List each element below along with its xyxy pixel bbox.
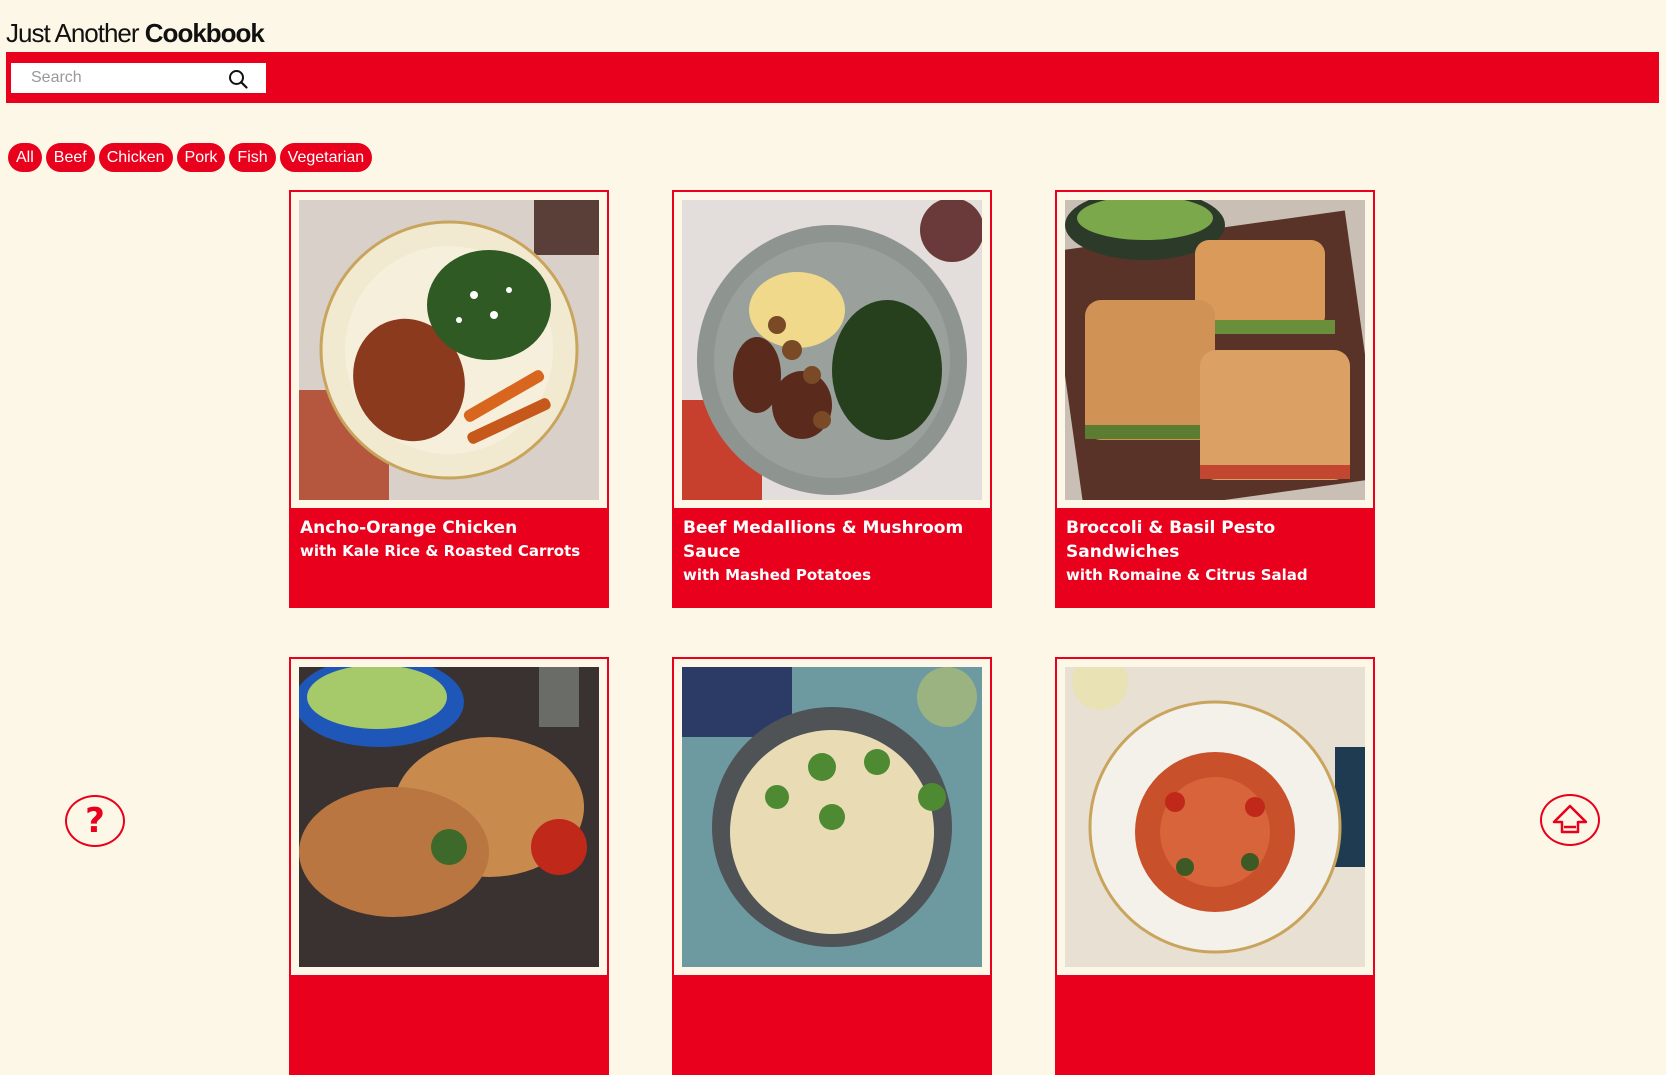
recipe-image — [299, 667, 599, 967]
recipe-card[interactable] — [289, 657, 609, 1075]
filter-all[interactable]: All — [8, 143, 42, 172]
recipe-image — [682, 200, 982, 500]
search-icon[interactable] — [228, 69, 248, 89]
recipe-caption: Beef Medallions & Mushroom Sauce with Ma… — [674, 508, 990, 606]
recipe-caption: Ancho-Orange Chicken with Kale Rice & Ro… — [291, 508, 607, 606]
recipe-caption — [674, 975, 990, 1073]
recipe-card[interactable]: Beef Medallions & Mushroom Sauce with Ma… — [672, 190, 992, 608]
recipe-subtitle: with Kale Rice & Roasted Carrots — [300, 542, 581, 560]
recipe-image — [682, 667, 982, 967]
search-bar — [6, 52, 1659, 103]
recipe-card[interactable]: Ancho-Orange Chicken with Kale Rice & Ro… — [289, 190, 609, 608]
recipe-caption — [291, 975, 607, 1073]
search-input[interactable] — [31, 63, 221, 93]
search-box — [11, 63, 266, 93]
recipe-card[interactable]: Broccoli & Basil Pesto Sandwiches with R… — [1055, 190, 1375, 608]
filter-pork[interactable]: Pork — [176, 143, 226, 172]
filter-chicken[interactable]: Chicken — [98, 143, 173, 172]
recipe-subtitle: with Mashed Potatoes — [683, 566, 872, 584]
recipe-card[interactable] — [1055, 657, 1375, 1075]
recipe-image — [299, 200, 599, 500]
filter-vegetarian[interactable]: Vegetarian — [279, 143, 373, 172]
recipe-caption: Broccoli & Basil Pesto Sandwiches with R… — [1057, 508, 1373, 606]
site-title-light: Just Another — [6, 18, 140, 48]
recipe-card[interactable] — [672, 657, 992, 1075]
recipe-subtitle: with Romaine & Citrus Salad — [1066, 566, 1308, 584]
recipe-image — [1065, 200, 1365, 500]
filter-fish[interactable]: Fish — [229, 143, 276, 172]
recipe-title: Broccoli & Basil Pesto Sandwiches — [1066, 518, 1276, 562]
recipe-title: Beef Medallions & Mushroom Sauce — [683, 518, 964, 562]
site-title: Just Another Cookbook — [6, 18, 265, 49]
site-title-bold: Cookbook — [144, 18, 265, 48]
back-to-top-button[interactable] — [1540, 794, 1600, 846]
recipe-title: Ancho-Orange Chicken — [300, 518, 518, 538]
filter-beef[interactable]: Beef — [45, 143, 95, 172]
arrow-up-icon — [1552, 804, 1588, 834]
help-button[interactable]: ? — [65, 795, 125, 847]
recipe-grid: Ancho-Orange Chicken with Kale Rice & Ro… — [289, 190, 1375, 1075]
category-filters: All Beef Chicken Pork Fish Vegetarian — [8, 143, 373, 172]
recipe-caption — [1057, 975, 1373, 1073]
question-mark-icon: ? — [85, 801, 105, 841]
recipe-image — [1065, 667, 1365, 967]
